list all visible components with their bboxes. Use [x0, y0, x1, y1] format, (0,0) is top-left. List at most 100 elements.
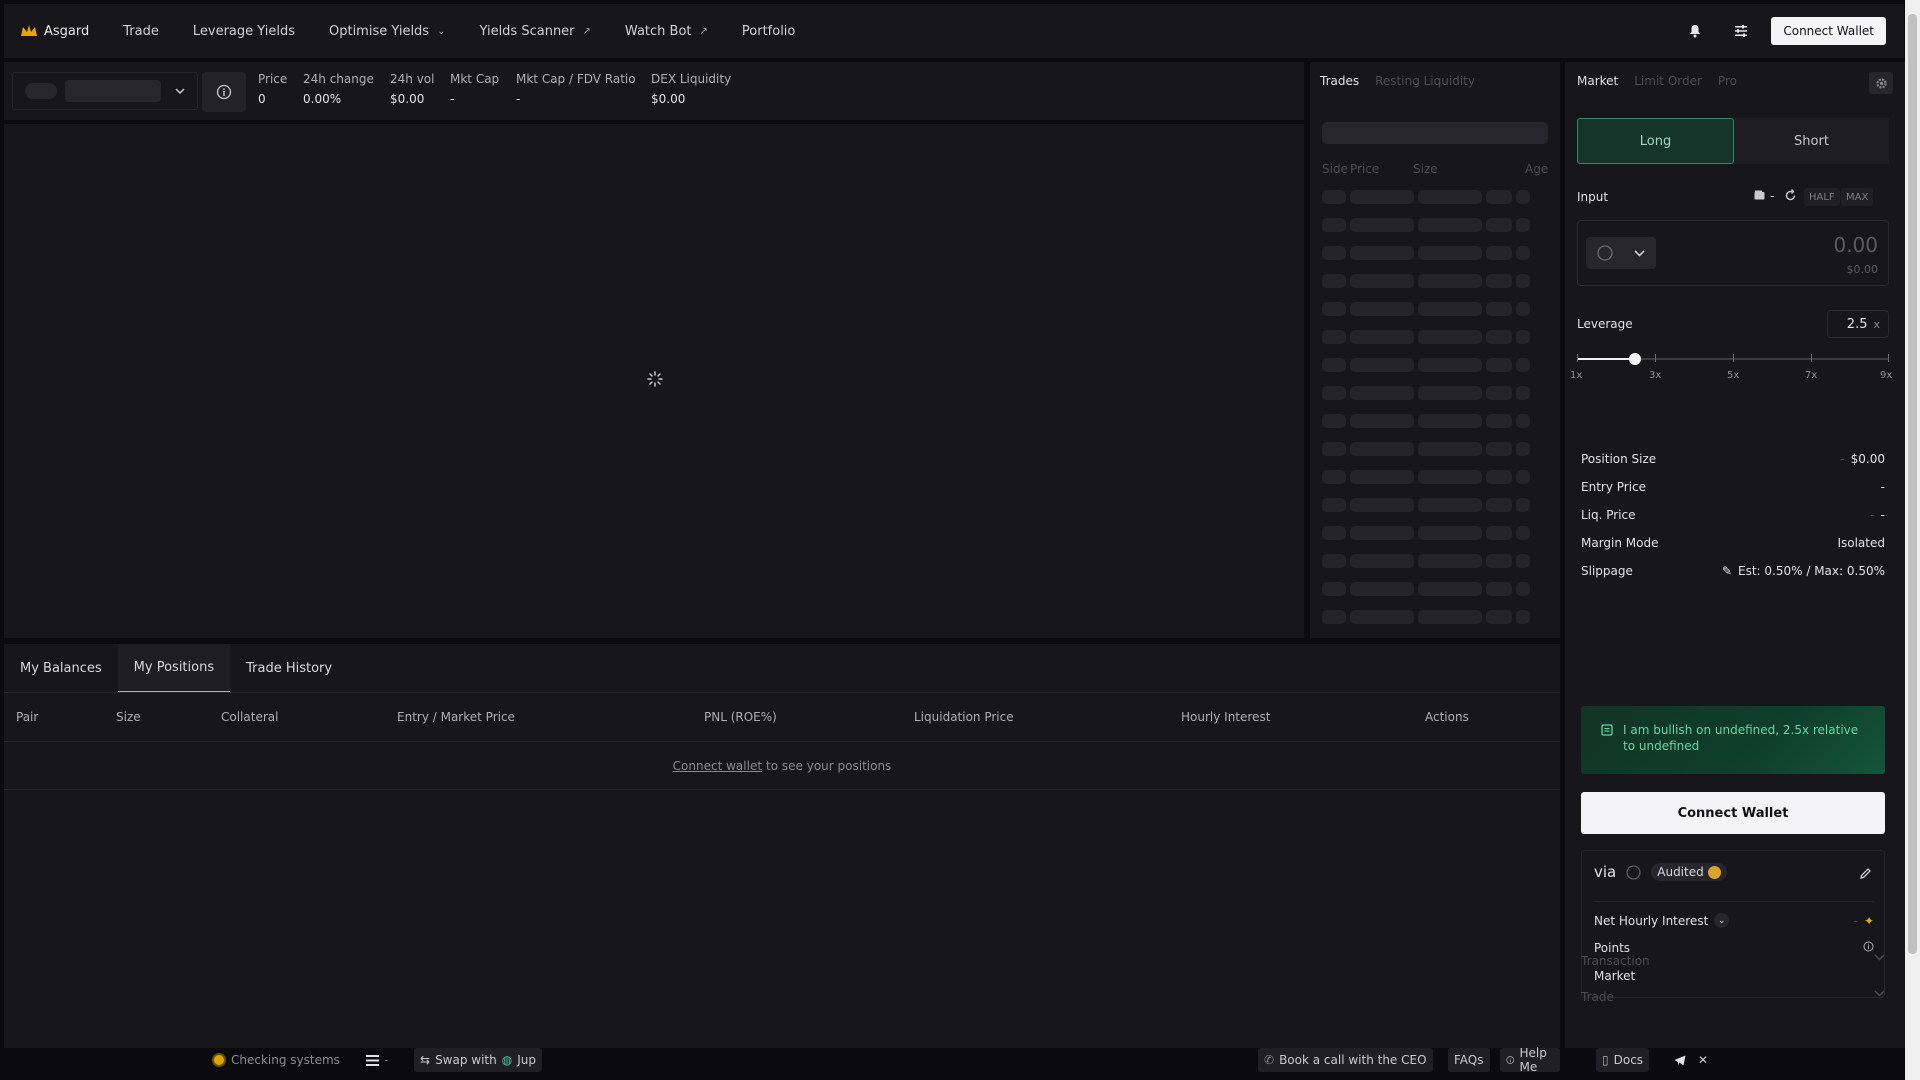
leverage-input[interactable]: 2.5 x [1827, 310, 1889, 338]
connect-wallet-link[interactable]: Connect wallet [673, 759, 762, 773]
page-scrollbar[interactable] [1905, 0, 1920, 1080]
trades-filter-placeholder [1322, 122, 1548, 144]
nav-yields-scanner[interactable]: Yields Scanner ↗ [479, 24, 590, 39]
skeleton-cell [1486, 358, 1512, 372]
via-label: via [1594, 863, 1617, 881]
skeleton-cell [1486, 470, 1512, 484]
gear-icon [1875, 77, 1887, 89]
col-actions: Actions [1425, 710, 1469, 724]
nav-leverage-yields[interactable]: Leverage Yields [193, 24, 295, 39]
scrollbar-thumb[interactable] [1908, 14, 1917, 954]
nav-optimise-yields[interactable]: Optimise Yields ⌄ [329, 24, 446, 39]
system-status[interactable]: Checking systems [206, 1048, 346, 1072]
trade-row-skeleton [1322, 554, 1550, 568]
x-twitter-link[interactable]: ✕ [1692, 1048, 1714, 1072]
menu-button[interactable]: - [360, 1048, 394, 1072]
skeleton-cell [1350, 470, 1414, 484]
book-call-button[interactable]: ✆ Book a call with the CEO [1258, 1048, 1433, 1072]
footer-bar: Checking systems - ⇆ Swap with ◍ Jup ✆ B… [4, 1046, 1708, 1076]
bullish-text: I am bullish on undefined, 2.5x relative… [1623, 723, 1859, 753]
price-chart[interactable] [4, 124, 1304, 638]
skeleton-cell [1516, 442, 1530, 456]
connect-wallet-submit-button[interactable]: Connect Wallet [1581, 792, 1885, 834]
trade-row-skeleton [1322, 582, 1550, 596]
short-button[interactable]: Short [1734, 118, 1889, 164]
header-price: Price [1350, 162, 1380, 176]
jupiter-icon: ◍ [501, 1053, 513, 1067]
faqs-button[interactable]: FAQs [1448, 1048, 1490, 1072]
tab-market[interactable]: Market [1577, 74, 1618, 88]
stat-label: Price [258, 72, 288, 86]
pencil-icon[interactable]: ✎ [1722, 564, 1732, 578]
phone-icon: ✆ [1264, 1053, 1275, 1067]
amount-input-box[interactable]: 0.00 $0.00 [1577, 220, 1889, 286]
nav-trade[interactable]: Trade [123, 24, 159, 39]
nav-portfolio[interactable]: Portfolio [742, 24, 795, 39]
detail-label: Position Size [1581, 452, 1657, 466]
detail-label: Liq. Price [1581, 508, 1636, 522]
tab-my-positions[interactable]: My Positions [117, 644, 231, 692]
skeleton-cell [1486, 218, 1512, 232]
trade-collapsible[interactable]: Trade [1581, 990, 1885, 1004]
nav-watch-bot[interactable]: Watch Bot ↗ [625, 24, 708, 39]
amount-usd: $0.00 [1846, 263, 1879, 276]
trade-row-skeleton [1322, 302, 1550, 316]
brand-name: Asgard [44, 23, 90, 39]
trade-row-skeleton [1322, 414, 1550, 428]
market-info-button[interactable] [202, 72, 246, 112]
skeleton-cell [1350, 302, 1414, 316]
nav-yields-scanner-label: Yields Scanner [479, 23, 575, 39]
skeleton-cell [1322, 386, 1346, 400]
notifications-button[interactable] [1679, 16, 1711, 46]
swap-icon: ⇆ [420, 1053, 431, 1067]
skeleton-cell [1350, 190, 1414, 204]
help-button[interactable]: Help Me [1500, 1046, 1560, 1074]
skeleton-cell [1350, 246, 1414, 260]
swap-with-jup-button[interactable]: ⇆ Swap with ◍ Jup [414, 1048, 542, 1072]
skeleton-cell [1350, 498, 1414, 512]
side-toggle: Long Short [1577, 118, 1889, 164]
pair-selector[interactable] [12, 72, 198, 110]
skeleton-cell [1486, 386, 1512, 400]
tab-my-balances[interactable]: My Balances [4, 644, 118, 692]
via-net-hourly-interest[interactable]: Net Hourly Interest ⌄ - ✦ [1594, 913, 1874, 928]
half-button[interactable]: HALF [1804, 188, 1840, 206]
skeleton-cell [1350, 442, 1414, 456]
skeleton-cell [1418, 470, 1482, 484]
skeleton-cell [1322, 498, 1346, 512]
long-button[interactable]: Long [1577, 118, 1734, 164]
x-icon: ✕ [1698, 1053, 1709, 1067]
chevron-down-icon[interactable]: ⌄ [1714, 913, 1730, 928]
brand-logo[interactable]: Asgard [20, 24, 89, 39]
info-icon[interactable] [1863, 941, 1874, 952]
tab-resting-liquidity[interactable]: Resting Liquidity [1375, 74, 1475, 88]
amount-input[interactable]: 0.00 [1833, 233, 1878, 257]
skeleton-cell [1322, 190, 1346, 204]
refresh-icon[interactable] [1784, 189, 1797, 202]
skeleton-cell [1350, 554, 1414, 568]
connect-wallet-button[interactable]: Connect Wallet [1771, 17, 1886, 45]
tab-limit-order[interactable]: Limit Order [1634, 74, 1702, 88]
telegram-link[interactable] [1668, 1048, 1692, 1072]
skeleton-cell [1516, 526, 1530, 540]
stat-value: - [450, 92, 455, 106]
transaction-collapsible[interactable]: Transaction [1581, 954, 1885, 968]
top-navigation: Asgard Trade Leverage Yields Optimise Yi… [4, 4, 1904, 58]
tab-pro[interactable]: Pro [1718, 74, 1737, 88]
tab-trades[interactable]: Trades [1320, 74, 1359, 88]
trade-row-skeleton [1322, 190, 1550, 204]
settings-sliders-button[interactable] [1725, 16, 1757, 46]
tab-trade-history[interactable]: Trade History [230, 644, 348, 692]
menu-icon [366, 1054, 379, 1066]
detail-slippage[interactable]: Slippage ✎ Est: 0.50% / Max: 0.50% [1581, 564, 1885, 578]
empty-state-text: to see your positions [766, 758, 892, 773]
skeleton-cell [1486, 330, 1512, 344]
skeleton-cell [1350, 582, 1414, 596]
max-button[interactable]: MAX [1841, 188, 1874, 206]
edit-icon[interactable] [1859, 867, 1872, 880]
order-settings-button[interactable] [1869, 72, 1893, 94]
token-select-button[interactable] [1586, 237, 1656, 269]
leverage-slider-handle[interactable] [1629, 353, 1642, 365]
leverage-slider[interactable] [1577, 353, 1889, 365]
docs-button[interactable]: ▯ Docs [1596, 1048, 1650, 1072]
